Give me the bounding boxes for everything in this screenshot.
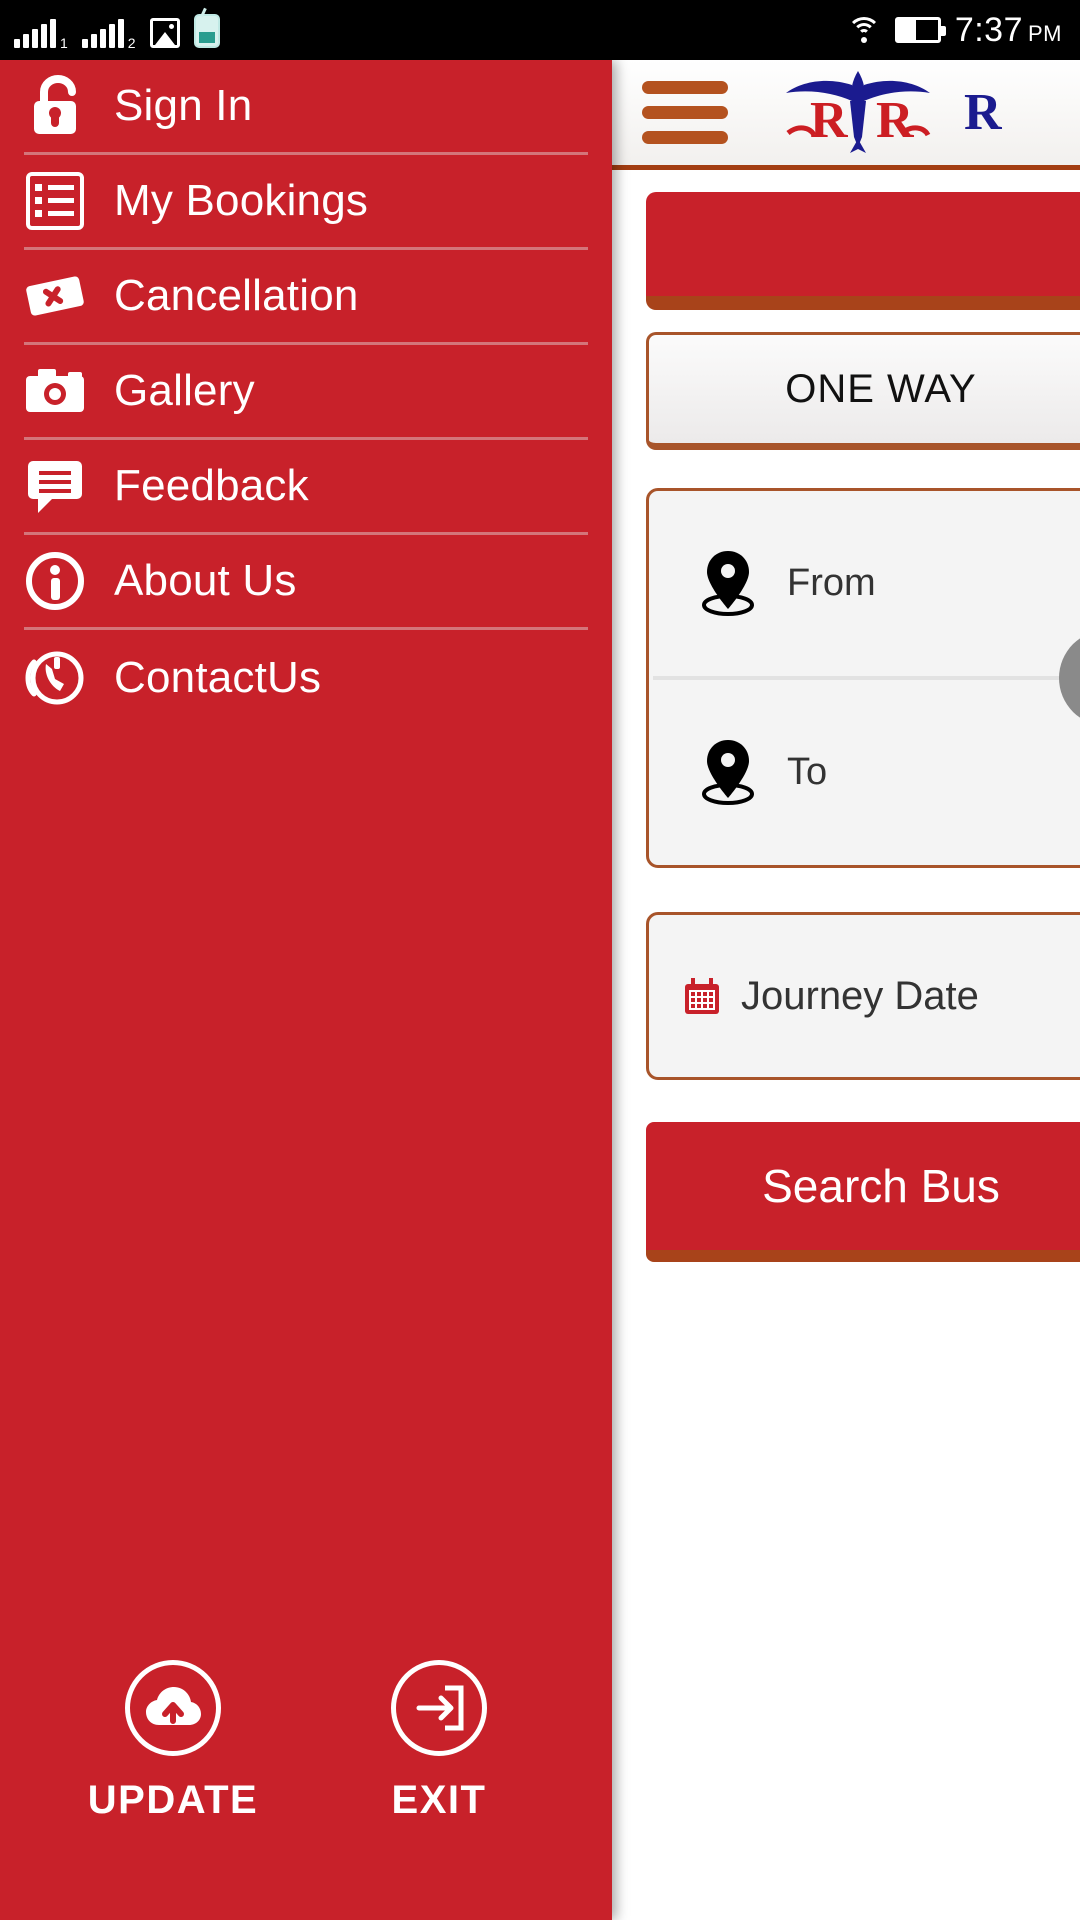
wifi-icon (846, 17, 881, 43)
navigation-drawer: Sign In My Bookings Cancellation Gallery… (0, 60, 612, 1920)
phone-call-icon (24, 647, 86, 709)
sidebar-item-gallery[interactable]: Gallery (24, 345, 588, 440)
svg-text:R: R (876, 92, 915, 149)
route-card: From To ⇅ (646, 488, 1080, 868)
to-field[interactable]: To (649, 680, 1080, 865)
sidebar-item-label: ContactUs (114, 652, 322, 702)
drawer-menu-list: Sign In My Bookings Cancellation Gallery… (0, 60, 612, 725)
chat-bubble-icon (24, 455, 86, 517)
battery-icon (894, 17, 946, 43)
exit-button[interactable]: EXIT (324, 1660, 554, 1823)
rvr-logo: R R R (758, 67, 1002, 159)
sidebar-item-sign-in[interactable]: Sign In (24, 60, 588, 155)
sim1-label: 1 (60, 35, 68, 51)
update-button-label: UPDATE (87, 1778, 259, 1822)
sidebar-item-label: Feedback (114, 461, 309, 510)
info-circle-icon (24, 550, 86, 612)
phone-screen: 1 2 7:37 PM R R R ONE WAY From To Journe… (0, 0, 1080, 1920)
logo-suffix-text: R (964, 84, 1002, 141)
exit-button-label: EXIT (391, 1778, 487, 1822)
from-label: From (787, 562, 876, 604)
clock-ampm: PM (1028, 20, 1062, 46)
camera-icon (24, 360, 86, 422)
from-field[interactable]: From (649, 491, 1080, 676)
status-bar: 1 2 7:37 PM (0, 0, 1080, 60)
status-bar-left-icons: 1 2 (14, 0, 220, 60)
sidebar-item-contact-us[interactable]: ContactUs (24, 630, 588, 725)
status-bar-right-icons: 7:37 PM (846, 11, 1062, 50)
ticket-cancel-icon (24, 265, 86, 327)
sidebar-item-label: Sign In (114, 81, 253, 130)
calendar-icon (685, 978, 719, 1014)
list-icon (24, 170, 86, 232)
exit-arrow-icon (391, 1660, 487, 1756)
svg-text:R: R (810, 92, 849, 149)
sidebar-item-label: Gallery (114, 366, 255, 415)
journey-date-field[interactable]: Journey Date (646, 912, 1080, 1080)
phone-app-icon (193, 14, 220, 48)
update-button[interactable]: UPDATE (58, 1660, 288, 1823)
map-pin-icon (697, 545, 759, 622)
to-label: To (787, 751, 828, 793)
booking-form: ONE WAY From To Journey Date Search Bus (612, 170, 1080, 1262)
promo-banner[interactable] (646, 192, 1080, 310)
sidebar-item-label: Cancellation (114, 271, 359, 320)
hamburger-menu-icon[interactable] (642, 81, 728, 144)
sidebar-item-my-bookings[interactable]: My Bookings (24, 155, 588, 250)
drawer-footer: UPDATE EXIT (0, 1660, 612, 1920)
cloud-upload-icon (125, 1660, 221, 1756)
sim2-label: 2 (127, 35, 136, 51)
sidebar-item-label: My Bookings (114, 176, 369, 225)
sidebar-item-cancellation[interactable]: Cancellation (24, 250, 588, 345)
unlocked-padlock-icon (24, 75, 86, 137)
journey-date-label: Journey Date (741, 973, 979, 1018)
gallery-icon (149, 18, 180, 48)
trip-type-tab[interactable]: ONE WAY (646, 332, 1080, 450)
clock-time: 7:37 (954, 10, 1023, 49)
search-bus-button[interactable]: Search Bus (646, 1122, 1080, 1262)
app-content-panel: R R R ONE WAY From To Journey Date Searc… (612, 60, 1080, 1920)
status-bar-clock: 7:37 PM (955, 11, 1062, 50)
sidebar-item-feedback[interactable]: Feedback (24, 440, 588, 535)
signal-sim2-icon: 2 (81, 18, 136, 51)
signal-sim1-icon: 1 (14, 18, 68, 51)
sidebar-item-label: About Us (114, 556, 297, 605)
drawer-empty-space (0, 725, 612, 1660)
map-pin-icon (697, 734, 759, 811)
sidebar-item-about-us[interactable]: About Us (24, 535, 588, 630)
app-header: R R R (612, 60, 1080, 170)
